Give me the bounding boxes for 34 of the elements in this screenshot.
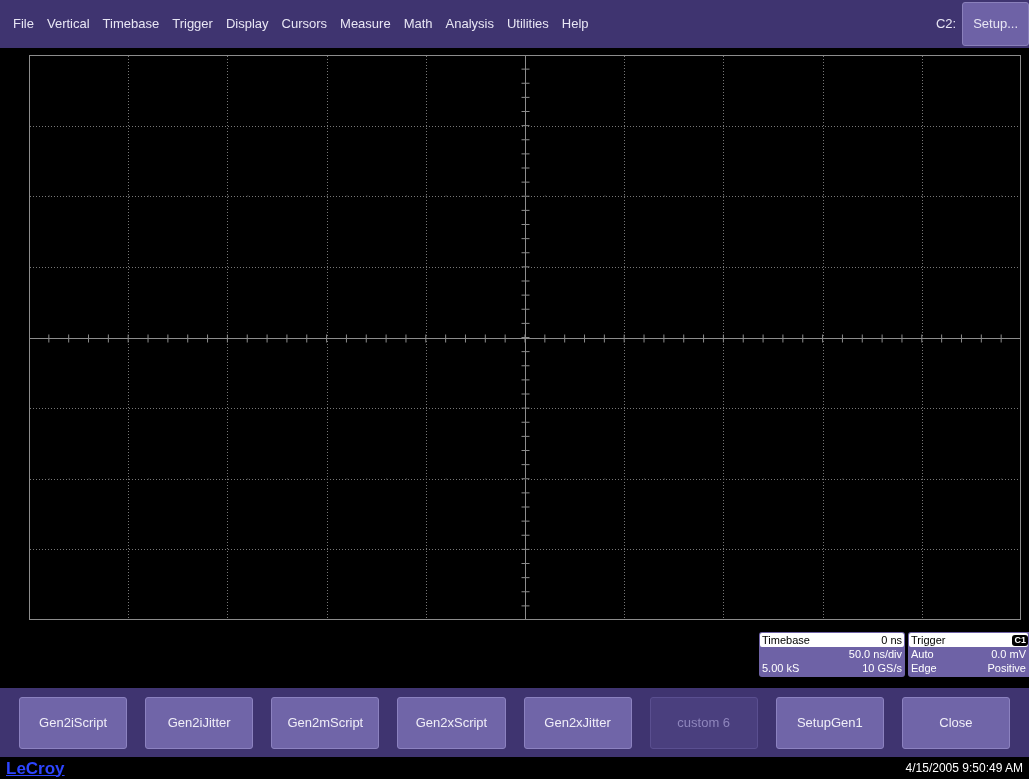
samples-value: 5.00 kS (762, 661, 800, 675)
scale-value: 50.0 ns/div (848, 647, 902, 661)
menu-item[interactable]: File (13, 14, 34, 34)
panel-title: Trigger (911, 633, 946, 647)
setup-button[interactable]: Setup... (962, 2, 1029, 46)
script-button[interactable]: Gen2xScript (397, 696, 506, 749)
delay-value: 0 ns (881, 633, 902, 647)
script-button[interactable]: Gen2mScript (271, 696, 380, 749)
trigger-panel[interactable]: Trigger C1 Auto 0.0 mV Edge Positive (908, 632, 1029, 677)
menu-item[interactable]: Analysis (445, 14, 494, 34)
date-time: 4/15/2005 9:50:49 AM (905, 760, 1023, 777)
script-button[interactable]: SetupGen1 (775, 696, 884, 749)
script-button[interactable]: Gen2iScript (19, 696, 128, 749)
menu-item[interactable]: Display (225, 14, 269, 34)
menu-item[interactable]: Trigger (172, 14, 213, 34)
menu-item[interactable]: Cursors (281, 14, 328, 34)
menu-item[interactable]: Measure (340, 14, 391, 34)
rate-value: 10 GS/s (862, 661, 902, 675)
script-button[interactable]: Gen2iJitter (145, 696, 254, 749)
script-button[interactable]: Close (901, 696, 1010, 749)
level-value: 0.0 mV (991, 647, 1026, 661)
type-value: Edge (911, 661, 937, 675)
script-button[interactable]: Gen2xJitter (523, 696, 632, 749)
panel-title: Timebase (762, 633, 810, 647)
mode-value: Auto (911, 647, 934, 661)
menu-item[interactable]: Vertical (46, 14, 90, 34)
channel-label: C2: (935, 15, 957, 34)
menu-item[interactable]: Timebase (102, 14, 160, 34)
menu-item[interactable]: Math (403, 14, 433, 34)
timebase-panel[interactable]: Timebase 0 ns 50.0 ns/div 5.00 kS 10 GS/s (759, 632, 905, 677)
menu-item[interactable]: Help (561, 14, 589, 34)
menu-item[interactable]: Utilities (506, 14, 549, 34)
source-badge: C1 (1012, 634, 1028, 646)
slope-value: Positive (987, 661, 1026, 675)
